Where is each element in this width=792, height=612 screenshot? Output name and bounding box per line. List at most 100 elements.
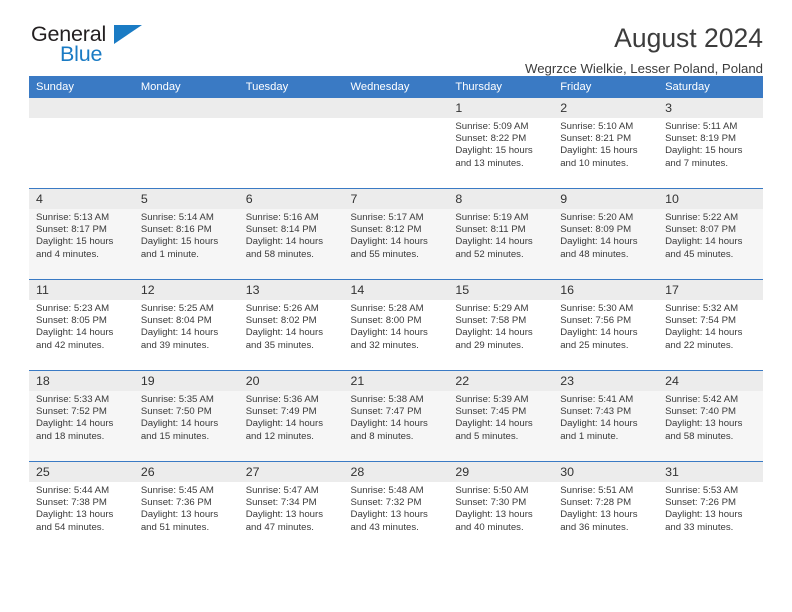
calendar-day-cell[interactable]: 4 Sunrise: 5:13 AM Sunset: 8:17 PM Daylight…	[29, 188, 134, 280]
day-cell-inner: 30 Sunrise: 5:51 AM Sunset: 7:28 PM Dayligh…	[553, 462, 659, 552]
day-details: Sunrise: 5:39 AM Sunset: 7:45 PM Daylight:…	[448, 391, 553, 443]
sunset-text: Sunset: 8:05 PM	[36, 315, 107, 327]
calendar-day-cell[interactable]: 25 Sunrise: 5:44 AM Sunset: 7:38 PM Dayligh…	[29, 461, 134, 552]
day-number: 19	[133, 371, 239, 391]
calendar-day-cell[interactable]: 3 Sunrise: 5:11 AM Sunset: 8:19 PM Daylight…	[658, 98, 763, 189]
daylight-text-line1: Daylight: 14 hours	[36, 327, 114, 339]
calendar-day-cell[interactable]: 11 Sunrise: 5:23 AM Sunset: 8:05 PM Dayligh…	[29, 279, 134, 371]
calendar-day-cell[interactable]: 6 Sunrise: 5:16 AM Sunset: 8:14 PM Daylight…	[238, 188, 344, 280]
calendar-day-cell[interactable]: 19 Sunrise: 5:35 AM Sunset: 7:50 PM Dayligh…	[133, 370, 239, 462]
daylight-text-line2: and 52 minutes.	[455, 248, 524, 260]
calendar-grid: Sunday Monday Tuesday Wednesday Thursday…	[29, 76, 763, 552]
day-number: 5	[133, 189, 239, 209]
sunset-text: Sunset: 7:50 PM	[140, 406, 212, 418]
sunset-text: Sunset: 7:30 PM	[455, 497, 527, 509]
daylight-text-line2: and 58 minutes.	[665, 430, 734, 442]
day-cell-inner: 31 Sunrise: 5:53 AM Sunset: 7:26 PM Dayligh…	[658, 462, 763, 552]
page-header: General Blue August 2024 Wegrzce Wielkie…	[29, 0, 763, 76]
day-cell-inner	[238, 98, 344, 188]
calendar-day-cell[interactable]: 14 Sunrise: 5:28 AM Sunset: 8:00 PM Dayligh…	[343, 279, 449, 371]
calendar-day-cell[interactable]: 22 Sunrise: 5:39 AM Sunset: 7:45 PM Dayligh…	[448, 370, 554, 462]
calendar-day-cell[interactable]: 8 Sunrise: 5:19 AM Sunset: 8:11 PM Daylight…	[448, 188, 554, 280]
day-cell-inner: 13 Sunrise: 5:26 AM Sunset: 8:02 PM Dayligh…	[238, 280, 344, 370]
sunrise-text: Sunrise: 5:22 AM	[665, 212, 739, 223]
daylight-text-line1: Daylight: 13 hours	[350, 509, 428, 521]
sunset-text: Sunset: 8:11 PM	[455, 224, 526, 236]
calendar-day-cell[interactable]: 17 Sunrise: 5:32 AM Sunset: 7:54 PM Dayligh…	[658, 279, 763, 371]
sunrise-text: Sunrise: 5:44 AM	[36, 485, 110, 496]
daylight-text-line2: and 45 minutes.	[665, 248, 734, 260]
calendar-day-cell[interactable]: 10 Sunrise: 5:22 AM Sunset: 8:07 PM Dayligh…	[658, 188, 763, 280]
calendar-day-cell[interactable]: 5 Sunrise: 5:14 AM Sunset: 8:16 PM Daylight…	[133, 188, 239, 280]
calendar-day-cell[interactable]: 15 Sunrise: 5:29 AM Sunset: 7:58 PM Dayligh…	[448, 279, 554, 371]
calendar-day-cell[interactable]: 12 Sunrise: 5:25 AM Sunset: 8:04 PM Dayligh…	[133, 279, 239, 371]
sunrise-text: Sunrise: 5:23 AM	[36, 303, 110, 314]
calendar-day-cell[interactable]: 23 Sunrise: 5:41 AM Sunset: 7:43 PM Dayligh…	[553, 370, 659, 462]
sunrise-text: Sunrise: 5:51 AM	[560, 485, 634, 496]
sunset-text: Sunset: 7:54 PM	[665, 315, 736, 327]
calendar-day-cell[interactable]: 21 Sunrise: 5:38 AM Sunset: 7:47 PM Dayligh…	[343, 370, 449, 462]
sunrise-text: Sunrise: 5:29 AM	[455, 303, 529, 314]
day-number	[343, 98, 449, 118]
calendar-day-cell[interactable]: 26 Sunrise: 5:45 AM Sunset: 7:36 PM Dayligh…	[133, 461, 239, 552]
calendar-day-cell[interactable]: 7 Sunrise: 5:17 AM Sunset: 8:12 PM Daylight…	[343, 188, 449, 280]
day-number: 31	[658, 462, 763, 482]
calendar-day-cell[interactable]: 1 Sunrise: 5:09 AM Sunset: 8:22 PM Daylight…	[448, 98, 554, 189]
sunset-text: Sunset: 8:19 PM	[665, 133, 736, 145]
day-details: Sunrise: 5:26 AM Sunset: 8:02 PM Daylight:…	[239, 300, 344, 352]
daylight-text-line2: and 18 minutes.	[36, 430, 105, 442]
day-number: 21	[343, 371, 449, 391]
calendar-page: General Blue August 2024 Wegrzce Wielkie…	[0, 0, 792, 612]
calendar-day-cell[interactable]: 24 Sunrise: 5:42 AM Sunset: 7:40 PM Dayligh…	[658, 370, 763, 462]
daylight-text-line2: and 35 minutes.	[245, 339, 314, 351]
day-cell-inner: 22 Sunrise: 5:39 AM Sunset: 7:45 PM Dayligh…	[448, 371, 554, 461]
weekday-header-sunday: Sunday	[29, 76, 134, 98]
daylight-text-line2: and 29 minutes.	[455, 339, 524, 351]
sunrise-text: Sunrise: 5:09 AM	[455, 121, 529, 132]
daylight-text-line1: Daylight: 14 hours	[560, 236, 638, 248]
sunrise-text: Sunrise: 5:39 AM	[455, 394, 529, 405]
sunset-text: Sunset: 7:58 PM	[455, 315, 527, 327]
sunset-text: Sunset: 7:47 PM	[350, 406, 422, 418]
day-details: Sunrise: 5:35 AM Sunset: 7:50 PM Daylight:…	[134, 391, 239, 443]
daylight-text-line2: and 55 minutes.	[350, 248, 419, 260]
calendar-day-cell[interactable]: 29 Sunrise: 5:50 AM Sunset: 7:30 PM Dayligh…	[448, 461, 554, 552]
calendar-day-cell[interactable]: 20 Sunrise: 5:36 AM Sunset: 7:49 PM Dayligh…	[238, 370, 344, 462]
calendar-day-cell[interactable]: 9 Sunrise: 5:20 AM Sunset: 8:09 PM Daylight…	[553, 188, 659, 280]
daylight-text-line1: Daylight: 13 hours	[665, 509, 743, 521]
calendar-day-cell[interactable]: 27 Sunrise: 5:47 AM Sunset: 7:34 PM Dayligh…	[238, 461, 344, 552]
daylight-text-line1: Daylight: 14 hours	[560, 418, 638, 430]
day-details: Sunrise: 5:51 AM Sunset: 7:28 PM Daylight:…	[553, 482, 658, 534]
day-number: 25	[29, 462, 134, 482]
calendar-week-row: 11 Sunrise: 5:23 AM Sunset: 8:05 PM Dayligh…	[29, 279, 763, 371]
daylight-text-line2: and 25 minutes.	[560, 339, 629, 351]
day-cell-inner: 3 Sunrise: 5:11 AM Sunset: 8:19 PM Daylight…	[658, 98, 763, 188]
daylight-text-line2: and 1 minute.	[560, 430, 619, 442]
day-number: 6	[238, 189, 344, 209]
page-title: August 2024	[614, 23, 763, 53]
sunset-text: Sunset: 7:40 PM	[665, 406, 736, 418]
day-details: Sunrise: 5:23 AM Sunset: 8:05 PM Daylight:…	[29, 300, 134, 352]
day-cell-inner: 20 Sunrise: 5:36 AM Sunset: 7:49 PM Dayligh…	[238, 371, 344, 461]
day-details: Sunrise: 5:28 AM Sunset: 8:00 PM Daylight:…	[344, 300, 449, 352]
sunrise-text: Sunrise: 5:35 AM	[140, 394, 214, 405]
calendar-day-cell[interactable]: 18 Sunrise: 5:33 AM Sunset: 7:52 PM Dayligh…	[29, 370, 134, 462]
sunrise-text: Sunrise: 5:25 AM	[140, 303, 214, 314]
daylight-text-line2: and 42 minutes.	[36, 339, 105, 351]
sunset-text: Sunset: 8:09 PM	[560, 224, 632, 236]
day-cell-inner	[29, 98, 134, 188]
calendar-day-cell[interactable]: 2 Sunrise: 5:10 AM Sunset: 8:21 PM Daylight…	[553, 98, 659, 189]
calendar-day-cell[interactable]: 13 Sunrise: 5:26 AM Sunset: 8:02 PM Dayligh…	[238, 279, 344, 371]
daylight-text-line1: Daylight: 13 hours	[245, 509, 324, 521]
calendar-day-cell-empty	[343, 98, 449, 189]
calendar-day-cell[interactable]: 30 Sunrise: 5:51 AM Sunset: 7:28 PM Dayligh…	[553, 461, 659, 552]
day-cell-inner: 23 Sunrise: 5:41 AM Sunset: 7:43 PM Dayligh…	[553, 371, 659, 461]
day-number: 29	[448, 462, 554, 482]
calendar-day-cell[interactable]: 16 Sunrise: 5:30 AM Sunset: 7:56 PM Dayligh…	[553, 279, 659, 371]
daylight-text-line2: and 8 minutes.	[350, 430, 414, 442]
daylight-text-line1: Daylight: 15 hours	[560, 145, 638, 157]
weekday-header-thursday: Thursday	[448, 76, 554, 98]
day-details: Sunrise: 5:25 AM Sunset: 8:04 PM Daylight:…	[134, 300, 239, 352]
calendar-day-cell[interactable]: 31 Sunrise: 5:53 AM Sunset: 7:26 PM Dayligh…	[658, 461, 763, 552]
calendar-day-cell[interactable]: 28 Sunrise: 5:48 AM Sunset: 7:32 PM Dayligh…	[343, 461, 449, 552]
